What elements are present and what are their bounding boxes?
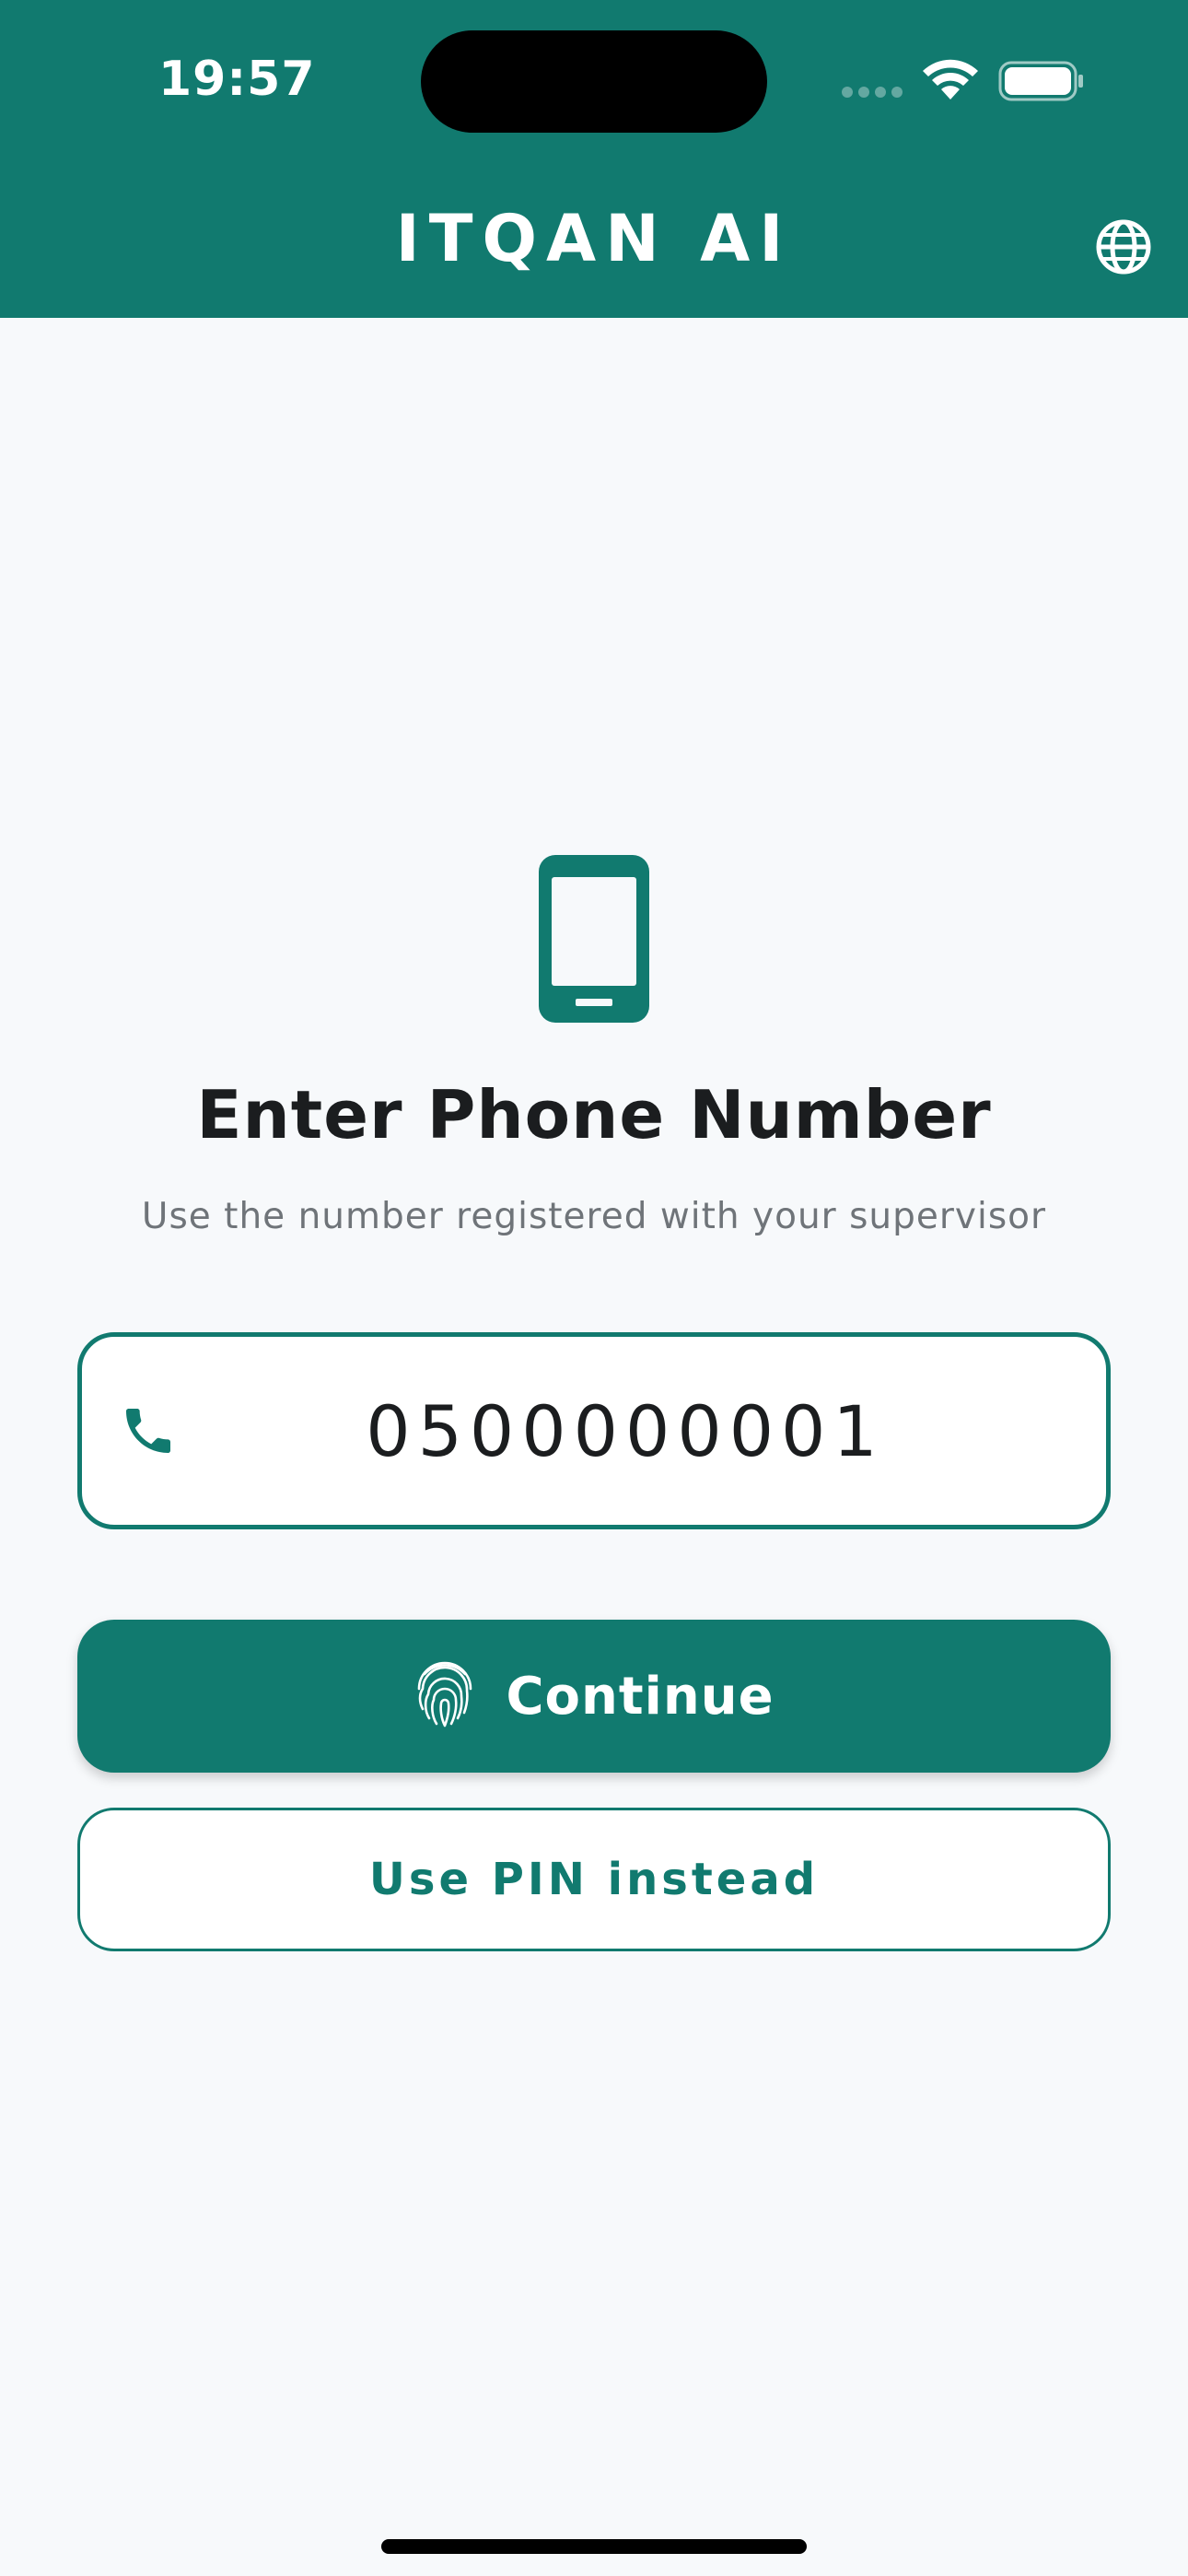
smartphone-icon bbox=[539, 855, 649, 1023]
dynamic-island bbox=[421, 30, 767, 133]
cellular-signal-icon bbox=[842, 87, 906, 100]
use-pin-button-label: Use PIN instead bbox=[368, 1854, 820, 1905]
phone-number-input[interactable] bbox=[211, 1364, 1040, 1497]
app-header: 19:57 ITQAN AI bbox=[0, 0, 1188, 318]
continue-button[interactable]: Continue bbox=[77, 1620, 1111, 1773]
login-screen: 19:57 ITQAN AI Enter Phone Number Use th… bbox=[0, 0, 1188, 2576]
phone-number-field[interactable] bbox=[77, 1332, 1111, 1529]
page-subtext: Use the number registered with your supe… bbox=[141, 1196, 1047, 1237]
home-indicator bbox=[381, 2539, 807, 2554]
fingerprint-icon bbox=[418, 1661, 472, 1727]
battery-icon bbox=[998, 61, 1083, 101]
phone-icon bbox=[126, 1409, 170, 1453]
globe-icon bbox=[1096, 219, 1151, 275]
app-title: ITQAN AI bbox=[395, 201, 793, 276]
status-time: 19:57 bbox=[158, 52, 316, 107]
page-heading: Enter Phone Number bbox=[196, 1076, 992, 1153]
wifi-icon bbox=[923, 59, 978, 100]
continue-button-label: Continue bbox=[506, 1666, 775, 1727]
use-pin-button[interactable]: Use PIN instead bbox=[77, 1808, 1111, 1951]
language-button[interactable] bbox=[1087, 210, 1160, 284]
